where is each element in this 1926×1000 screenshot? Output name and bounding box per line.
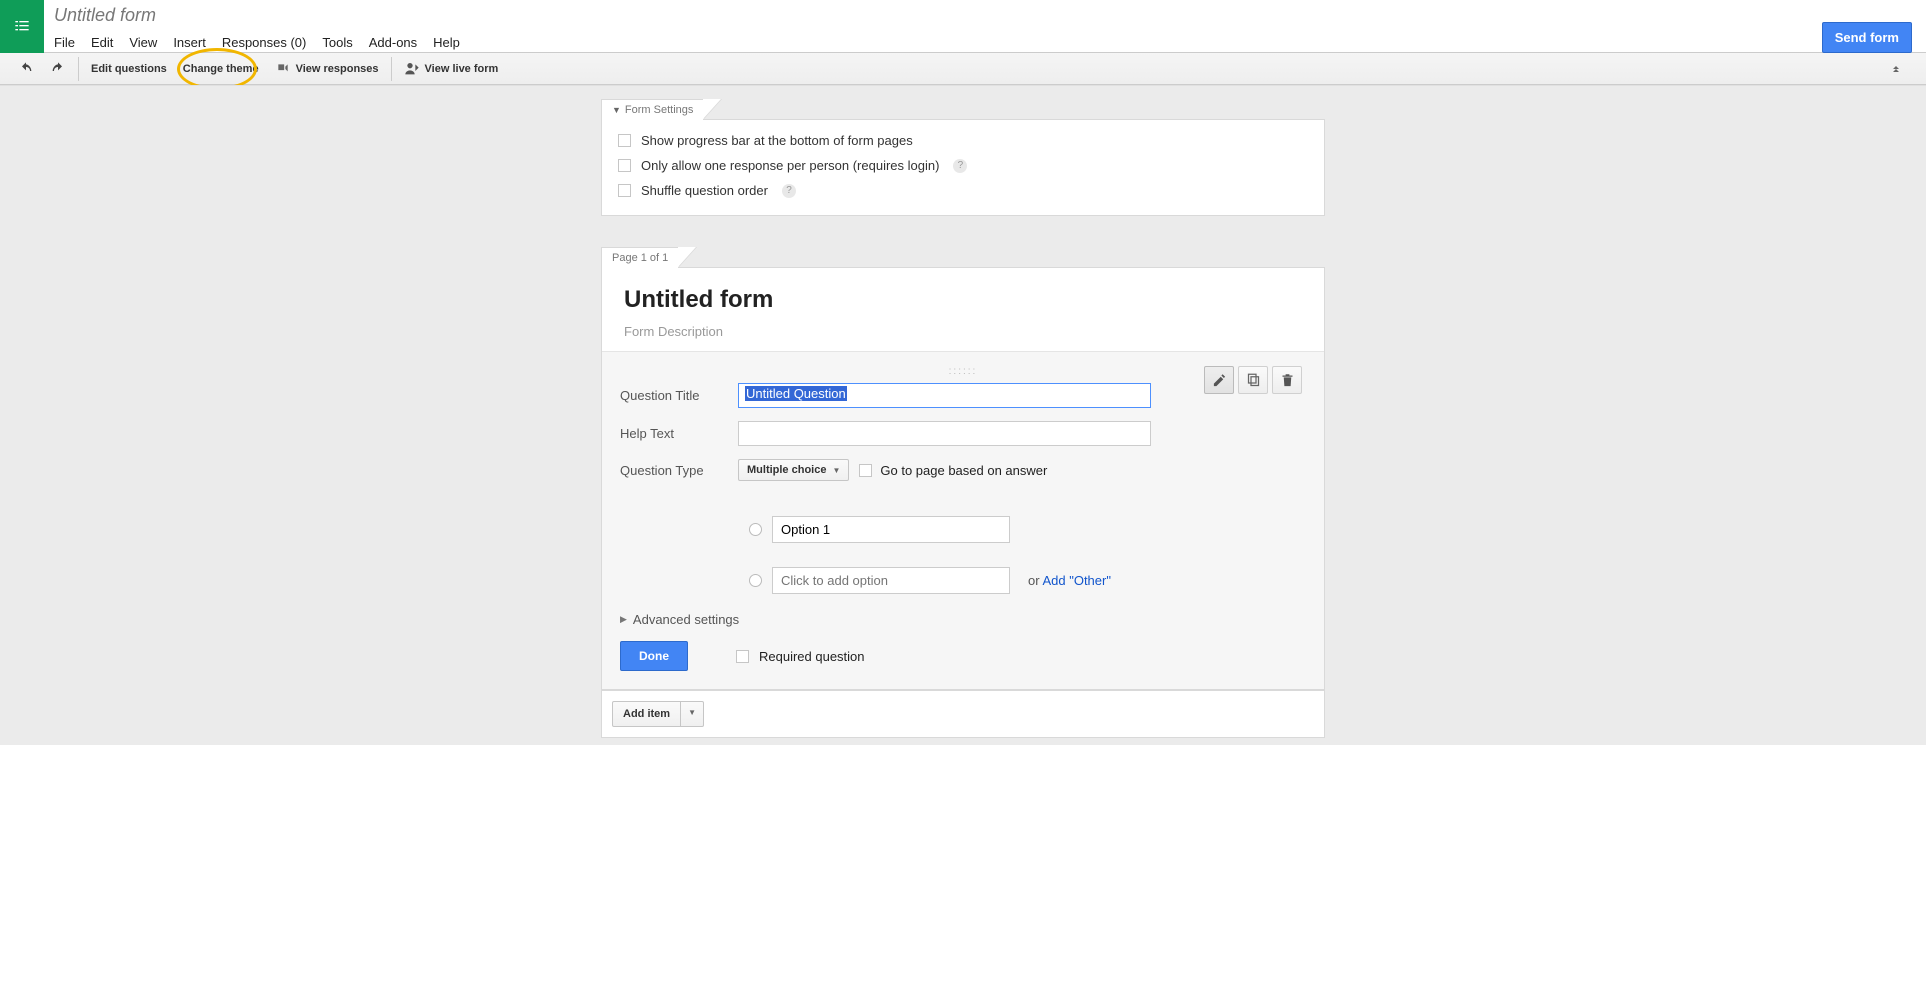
menu-addons[interactable]: Add-ons bbox=[361, 31, 425, 54]
menu-file[interactable]: File bbox=[54, 31, 83, 54]
redo-icon bbox=[50, 61, 66, 77]
question-type-value: Multiple choice bbox=[747, 464, 826, 476]
separator bbox=[391, 57, 392, 81]
app-icon[interactable] bbox=[0, 0, 44, 53]
add-item-dropdown[interactable]: ▼ bbox=[681, 701, 704, 727]
undo-button[interactable] bbox=[10, 56, 42, 82]
page-card: Page 1 of 1 Untitled form Form Descripti… bbox=[601, 246, 1325, 690]
doc-title[interactable]: Untitled form bbox=[54, 3, 1822, 28]
question-title-label: Question Title bbox=[620, 388, 738, 403]
question-title-input[interactable]: Untitled Question bbox=[738, 383, 1151, 408]
checkbox[interactable] bbox=[618, 134, 631, 147]
shuffle-label: Shuffle question order bbox=[641, 183, 768, 198]
canvas-scroll[interactable]: ▼ Form Settings Show progress bar at the … bbox=[0, 85, 1926, 745]
collapse-toolbar-button[interactable] bbox=[1890, 61, 1902, 77]
add-other-link[interactable]: Add "Other" bbox=[1042, 573, 1111, 588]
chevron-double-up-icon bbox=[1890, 62, 1902, 74]
required-label: Required question bbox=[759, 649, 865, 664]
view-live-form-button[interactable]: View live form bbox=[396, 56, 507, 82]
view-responses-label: View responses bbox=[296, 63, 379, 75]
help-text-input[interactable] bbox=[738, 421, 1151, 446]
redo-button[interactable] bbox=[42, 56, 74, 82]
radio-icon bbox=[749, 523, 762, 536]
view-responses-button[interactable]: View responses bbox=[267, 56, 387, 82]
menu-insert[interactable]: Insert bbox=[165, 31, 214, 54]
help-icon[interactable]: ? bbox=[782, 184, 796, 198]
form-settings-tab-label: Form Settings bbox=[625, 104, 693, 116]
option-row-1 bbox=[620, 516, 1306, 543]
help-icon[interactable]: ? bbox=[953, 159, 967, 173]
form-title[interactable]: Untitled form bbox=[624, 286, 1302, 314]
form-description[interactable]: Form Description bbox=[624, 324, 1302, 339]
header-left: Untitled form File Edit View Insert Resp… bbox=[44, 0, 1822, 54]
required-checkbox[interactable] bbox=[736, 650, 749, 663]
add-item-card: Add item ▼ bbox=[601, 690, 1325, 738]
checkbox[interactable] bbox=[618, 159, 631, 172]
add-option-input[interactable] bbox=[772, 567, 1010, 594]
radio-icon bbox=[749, 574, 762, 587]
forms-icon bbox=[12, 19, 32, 35]
progress-bar-label: Show progress bar at the bottom of form … bbox=[641, 133, 913, 148]
question-title-value: Untitled Question bbox=[745, 386, 847, 401]
help-text-label: Help Text bbox=[620, 426, 738, 441]
menu-responses[interactable]: Responses (0) bbox=[214, 31, 315, 54]
or-add-other: or Add "Other" bbox=[1028, 573, 1111, 588]
menu-edit[interactable]: Edit bbox=[83, 31, 121, 54]
checkbox[interactable] bbox=[618, 184, 631, 197]
one-response-label: Only allow one response per person (requ… bbox=[641, 158, 939, 173]
form-settings-body: Show progress bar at the bottom of form … bbox=[602, 120, 1324, 215]
form-header: Untitled form Form Description bbox=[602, 268, 1324, 351]
view-responses-icon bbox=[275, 61, 291, 77]
separator bbox=[78, 57, 79, 81]
view-live-form-icon bbox=[404, 61, 420, 77]
shuffle-option[interactable]: Shuffle question order? bbox=[618, 178, 1308, 203]
edit-question-button[interactable] bbox=[1204, 366, 1234, 394]
add-option-row: or Add "Other" bbox=[620, 567, 1306, 594]
send-form-button[interactable]: Send form bbox=[1822, 22, 1912, 53]
option-1-input[interactable] bbox=[772, 516, 1010, 543]
caret-down-icon: ▼ bbox=[612, 105, 621, 115]
form-settings-card: ▼ Form Settings Show progress bar at the … bbox=[601, 98, 1325, 216]
header-right: Send form bbox=[1822, 0, 1926, 53]
duplicate-question-button[interactable] bbox=[1238, 366, 1268, 394]
trash-icon bbox=[1280, 373, 1295, 388]
question-actions bbox=[1204, 366, 1302, 394]
page-tab: Page 1 of 1 bbox=[601, 247, 678, 268]
one-response-option[interactable]: Only allow one response per person (requ… bbox=[618, 153, 1308, 178]
edit-questions-button[interactable]: Edit questions bbox=[83, 58, 175, 80]
caret-right-icon: ▶ bbox=[620, 614, 627, 625]
goto-checkbox[interactable] bbox=[859, 464, 872, 477]
caret-down-icon: ▼ bbox=[832, 466, 840, 475]
app-header: Untitled form File Edit View Insert Resp… bbox=[0, 0, 1926, 53]
change-theme-button[interactable]: Change theme bbox=[175, 58, 267, 80]
page-tab-label: Page 1 of 1 bbox=[612, 252, 668, 264]
question-type-label: Question Type bbox=[620, 463, 738, 478]
done-row: Done Required question bbox=[620, 641, 1306, 671]
pencil-icon bbox=[1212, 373, 1227, 388]
form-settings-tab[interactable]: ▼ Form Settings bbox=[601, 99, 703, 120]
canvas: ▼ Form Settings Show progress bar at the … bbox=[601, 98, 1325, 745]
copy-icon bbox=[1246, 373, 1261, 388]
view-live-form-label: View live form bbox=[425, 63, 499, 75]
add-item-label[interactable]: Add item bbox=[612, 701, 681, 727]
menubar: File Edit View Insert Responses (0) Tool… bbox=[54, 31, 1822, 54]
done-button[interactable]: Done bbox=[620, 641, 688, 671]
toolbar: Edit questions Change theme View respons… bbox=[0, 53, 1926, 85]
question-editor: :::::: Question Title Untitled Question … bbox=[602, 351, 1324, 689]
menu-tools[interactable]: Tools bbox=[314, 31, 360, 54]
undo-icon bbox=[18, 61, 34, 77]
progress-bar-option[interactable]: Show progress bar at the bottom of form … bbox=[618, 128, 1308, 153]
advanced-settings-toggle[interactable]: ▶ Advanced settings bbox=[620, 612, 1306, 627]
menu-view[interactable]: View bbox=[121, 31, 165, 54]
delete-question-button[interactable] bbox=[1272, 366, 1302, 394]
add-item-button[interactable]: Add item ▼ bbox=[612, 701, 704, 727]
goto-label: Go to page based on answer bbox=[880, 463, 1047, 478]
menu-help[interactable]: Help bbox=[425, 31, 468, 54]
question-type-select[interactable]: Multiple choice ▼ bbox=[738, 459, 849, 481]
advanced-settings-label: Advanced settings bbox=[633, 612, 739, 627]
